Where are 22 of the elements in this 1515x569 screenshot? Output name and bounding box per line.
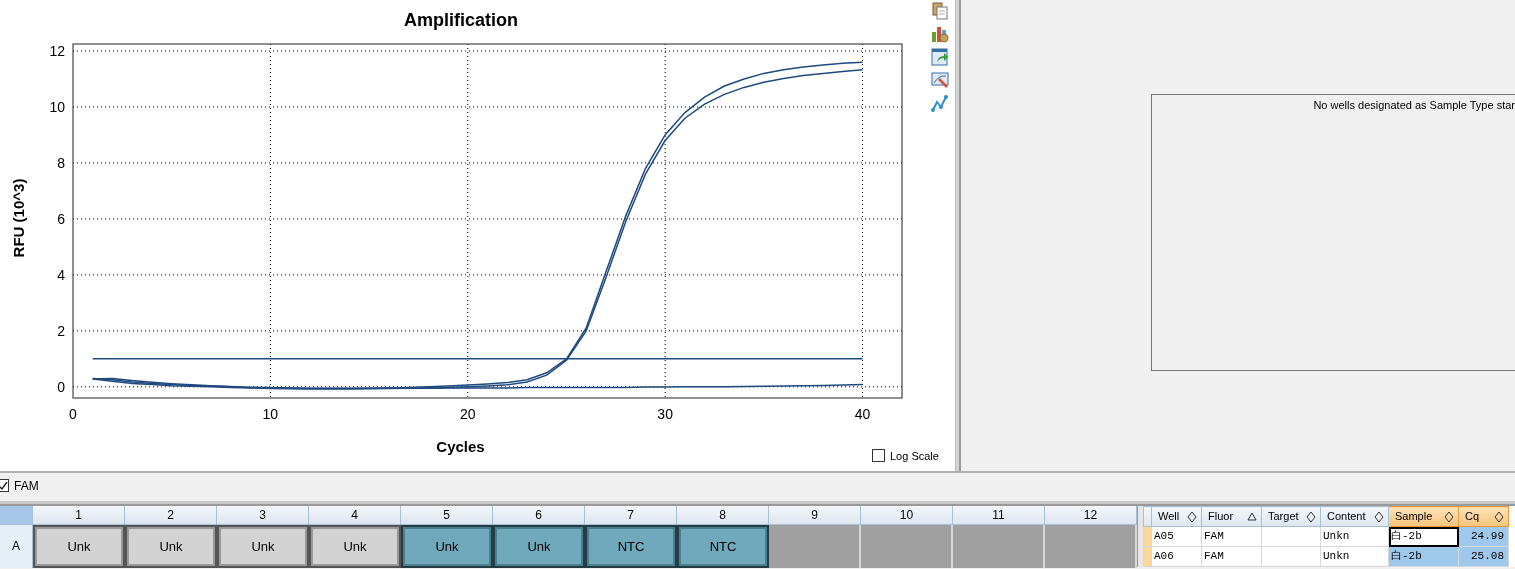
table-cell: Unkn [1320,526,1389,547]
axis-tick-label: 10 [49,98,65,115]
axis-tick-label: 6 [57,210,65,227]
axis-tick-label: 30 [657,406,673,422]
table-cell: FAM [1201,546,1262,567]
table-cell: FAM [1201,526,1262,547]
axis-tick-label: 8 [57,154,65,171]
axis-tick-label: 10 [262,406,279,422]
axis-tick-label: 12 [49,43,65,59]
table-cell: A05 [1151,526,1202,547]
axis-tick-label: 2 [57,322,65,339]
chart-title: Amplification [404,10,518,30]
y-axis-title: RFU (10^3) [10,178,27,258]
x-axis-title: Cycles [436,438,485,455]
axis-tick-label: 40 [854,406,871,422]
empty-message: No wells designated as Sample Type star [1313,99,1515,111]
axis-tick-label: 0 [57,378,65,395]
axis-tick-label: 20 [459,406,476,422]
axis-tick-label: 0 [69,406,77,422]
axis-tick-label: 4 [57,266,65,283]
table-cell: A06 [1151,546,1202,567]
table-cell: Unkn [1320,546,1389,567]
